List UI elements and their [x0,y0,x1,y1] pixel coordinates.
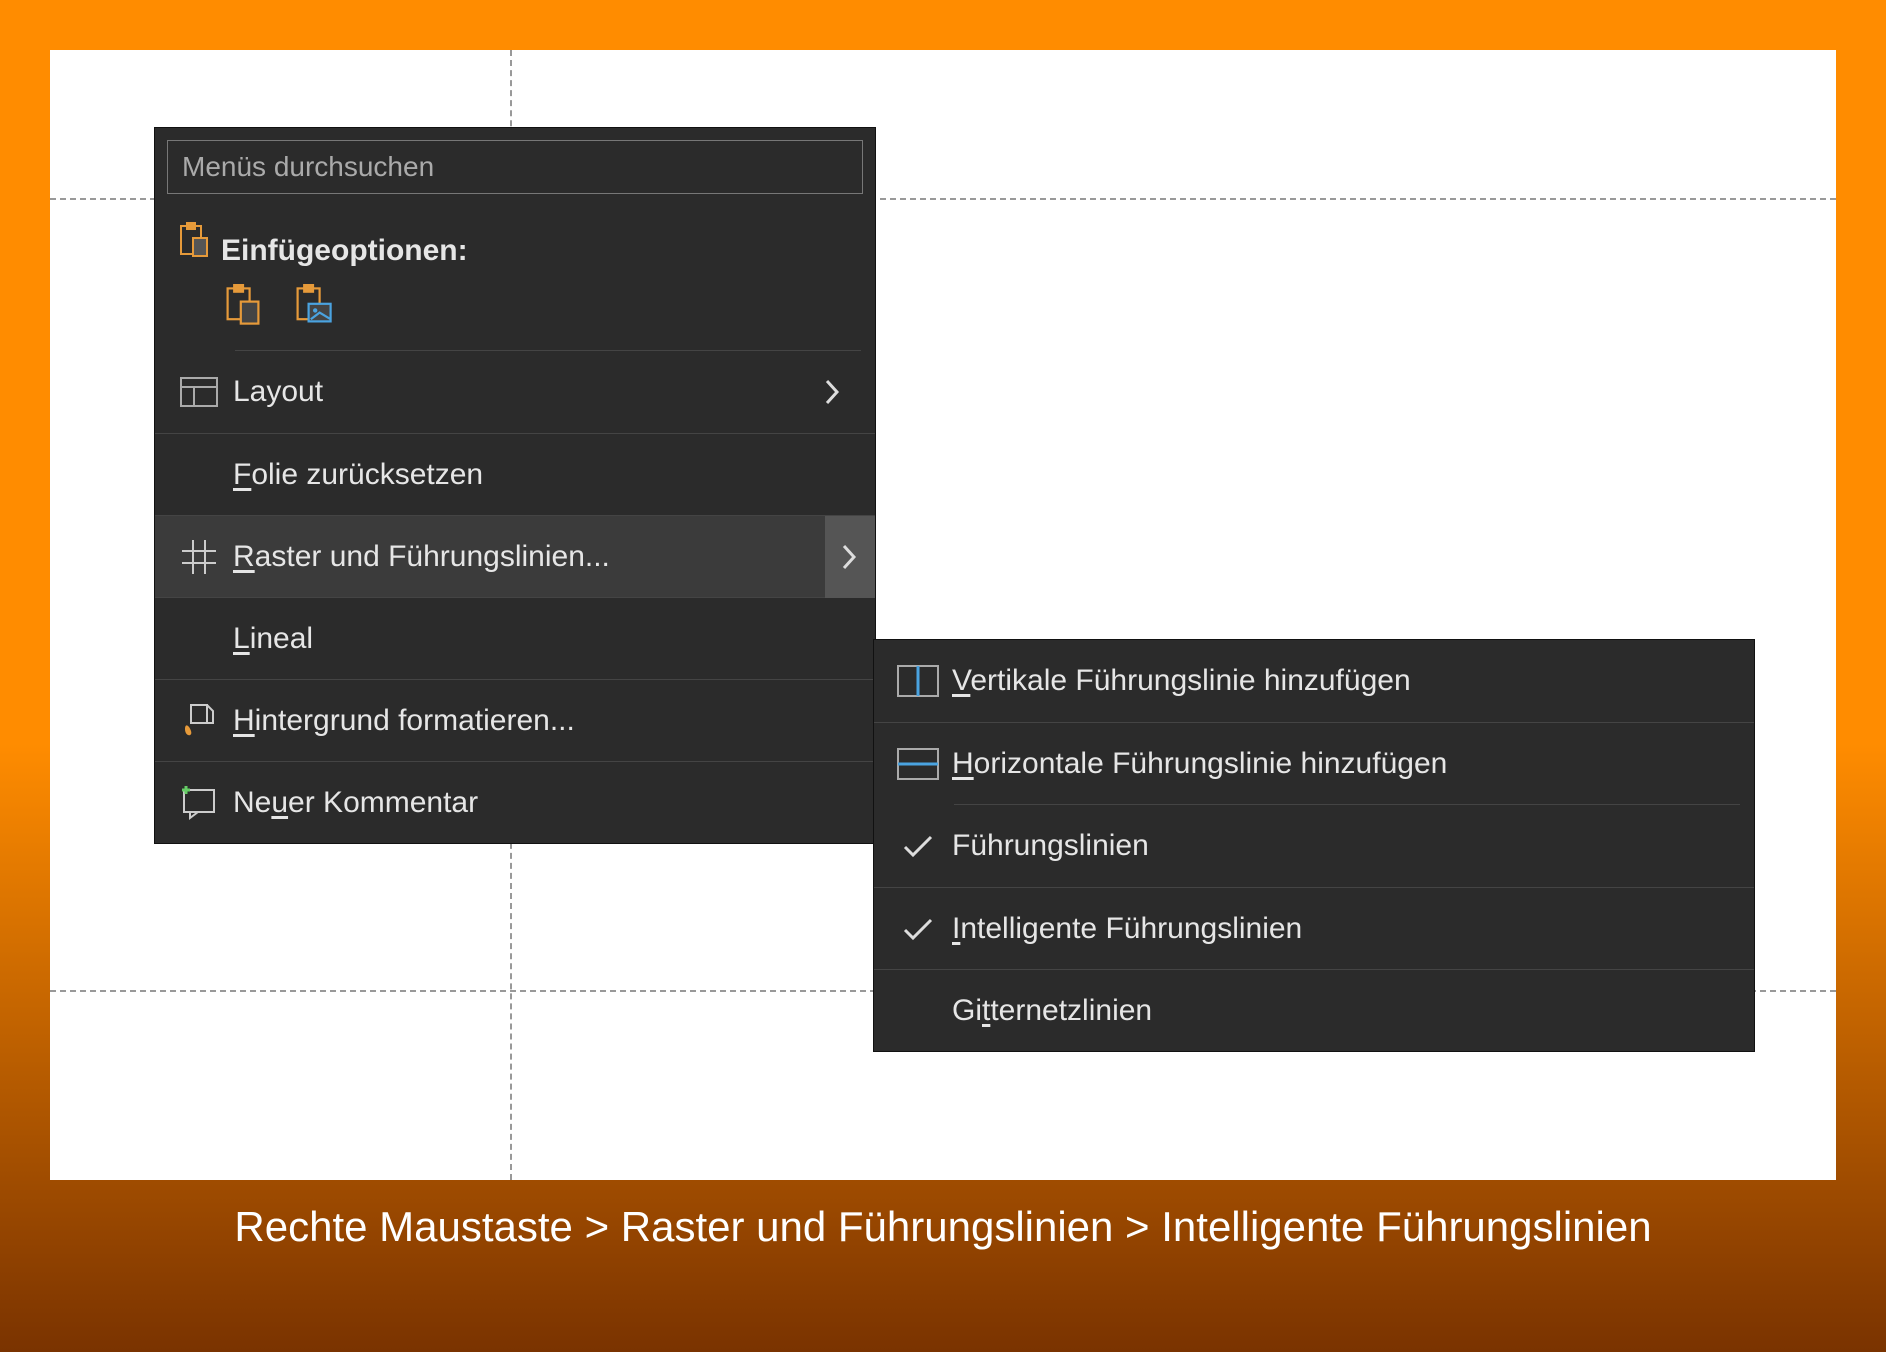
check-icon [892,916,944,942]
menu-label: Hintergrund formatieren... [225,704,857,738]
menu-label: Vertikale Führungslinie hinzufügen [944,664,1736,698]
paste-keep-formatting-button[interactable] [221,284,265,328]
submenu-guides-toggle[interactable]: Führungslinien [874,805,1754,887]
chevron-right-icon [825,379,857,405]
paste-options-label: Einfügeoptionen: [213,220,875,276]
clipboard-icon [173,220,213,260]
paste-options-row: Einfügeoptionen: [155,206,875,350]
menu-label: Folie zurücksetzen [225,458,857,492]
paste-picture-button[interactable] [291,284,335,328]
submenu-gridlines-toggle[interactable]: Gitternetzlinien [874,969,1754,1051]
menu-item-new-comment[interactable]: Neuer Kommentar [155,761,875,843]
menu-label: Raster und Führungslinien... [225,540,825,574]
menu-label: Führungslinien [944,829,1736,863]
menu-label: Intelligente Führungslinien [944,912,1736,946]
instruction-caption: Rechte Maustaste > Raster und Führungsli… [0,1200,1886,1255]
grid-icon [173,540,225,574]
menu-search-input[interactable]: Menüs durchsuchen [167,140,863,194]
layout-icon [173,377,225,407]
submenu-add-vertical-guide[interactable]: Vertikale Führungslinie hinzufügen [874,640,1754,722]
submenu-add-horizontal-guide[interactable]: Horizontale Führungslinie hinzufügen [874,722,1754,804]
format-background-icon [173,703,225,739]
menu-item-reset-slide[interactable]: Folie zurücksetzen [155,433,875,515]
horizontal-guide-icon [892,748,944,780]
context-menu: Menüs durchsuchen Einfügeoptionen: [155,128,875,843]
menu-label: Layout [225,375,825,409]
grid-guides-submenu: Vertikale Führungslinie hinzufügen Horiz… [874,640,1754,1051]
menu-label: Neuer Kommentar [225,786,857,820]
check-icon [892,833,944,859]
comment-icon [173,786,225,820]
outer-frame: Menüs durchsuchen Einfügeoptionen: [0,0,1886,1352]
menu-item-grid-guides[interactable]: Raster und Führungslinien... [155,515,875,597]
menu-item-layout[interactable]: Layout [155,351,875,433]
menu-item-ruler[interactable]: Lineal [155,597,875,679]
menu-label: Gitternetzlinien [944,994,1736,1028]
vertical-guide-icon [892,665,944,697]
submenu-smart-guides-toggle[interactable]: Intelligente Führungslinien [874,887,1754,969]
menu-label: Horizontale Führungslinie hinzufügen [944,747,1736,781]
submenu-expand-button[interactable] [825,516,875,598]
menu-item-format-background[interactable]: Hintergrund formatieren... [155,679,875,761]
menu-label: Lineal [225,622,857,656]
t: olie zurücksetzen [251,458,483,491]
